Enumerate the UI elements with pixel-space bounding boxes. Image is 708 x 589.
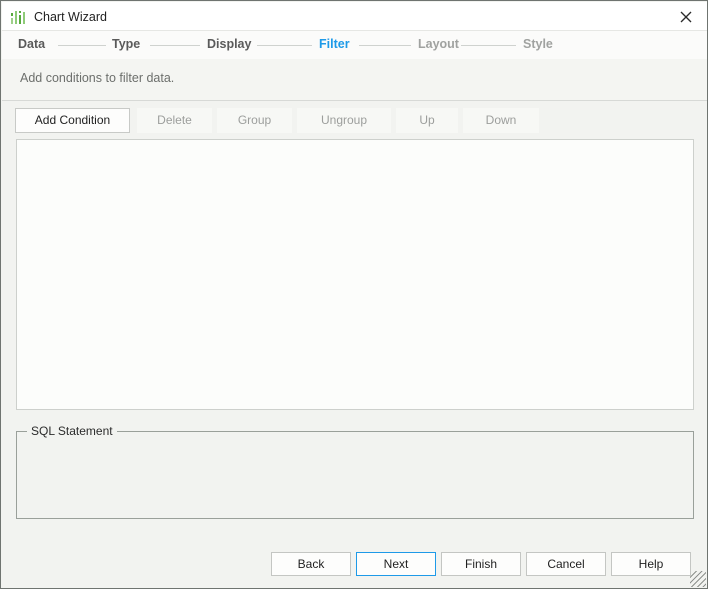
cancel-button[interactable]: Cancel	[526, 552, 606, 576]
stepper-connector-0	[58, 45, 106, 46]
wizard-stepper: Data Type Display Filter Layout Style	[2, 31, 708, 59]
finish-button[interactable]: Finish	[441, 552, 521, 576]
back-button[interactable]: Back	[271, 552, 351, 576]
stepper-connector-4	[461, 45, 516, 46]
stepper-connector-1	[150, 45, 200, 46]
delete-button: Delete	[137, 108, 212, 133]
stepper-connector-2	[257, 45, 312, 46]
condition-list-panel[interactable]	[16, 139, 694, 410]
help-button[interactable]: Help	[611, 552, 691, 576]
down-button: Down	[463, 108, 539, 133]
stepper-connector-3	[359, 45, 411, 46]
up-button: Up	[396, 108, 458, 133]
step-data[interactable]: Data	[18, 36, 45, 53]
add-condition-button[interactable]: Add Condition	[15, 108, 130, 133]
step-type[interactable]: Type	[112, 36, 140, 53]
title-bar: Chart Wizard	[2, 2, 708, 31]
step-style[interactable]: Style	[523, 36, 553, 53]
resize-grip[interactable]	[690, 571, 706, 587]
window-title: Chart Wizard	[34, 9, 107, 25]
sql-statement-label: SQL Statement	[27, 424, 117, 438]
step-filter[interactable]: Filter	[319, 36, 350, 53]
bar-chart-icon	[11, 10, 26, 24]
group-button: Group	[217, 108, 292, 133]
step-display[interactable]: Display	[207, 36, 251, 53]
instruction-text: Add conditions to filter data.	[20, 71, 174, 85]
sql-statement-group	[16, 431, 694, 519]
close-icon[interactable]	[664, 2, 708, 30]
step-layout[interactable]: Layout	[418, 36, 459, 53]
chart-wizard-dialog: Chart Wizard Data Type Display Filter Layout…	[0, 0, 708, 589]
header-separator	[2, 100, 708, 101]
next-button[interactable]: Next	[356, 552, 436, 576]
ungroup-button: Ungroup	[297, 108, 391, 133]
